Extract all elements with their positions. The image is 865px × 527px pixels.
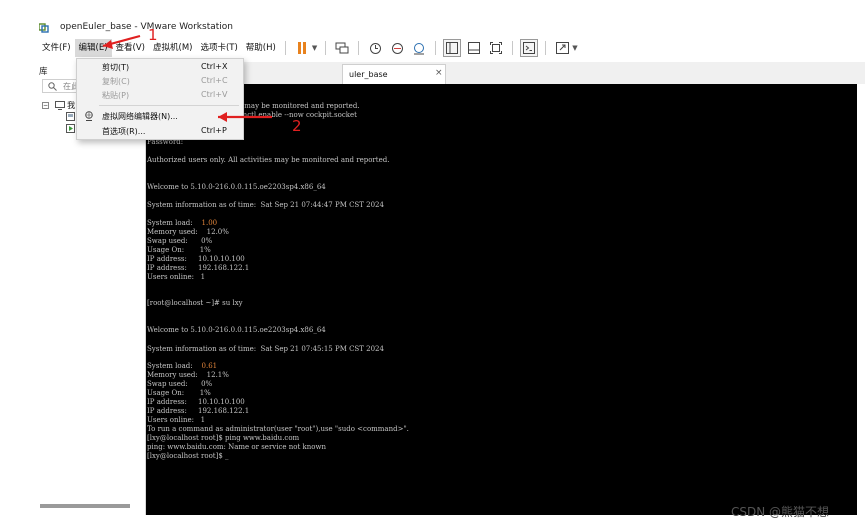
snapshot-icon[interactable] bbox=[366, 39, 384, 57]
terminal-line: Welcome to 5.10.0-216.0.0.115.oe2203sp4.… bbox=[147, 326, 326, 334]
terminal-line: Memory used: 12.0% bbox=[147, 228, 229, 236]
menu-item-label: 复制(C) bbox=[102, 77, 130, 86]
menu-item-label: 剪切(T) bbox=[102, 63, 130, 72]
menu-item-paste[interactable]: 粘贴(P) Ctrl+V bbox=[77, 88, 243, 102]
menu-bar: 文件(F) 编辑(E) 查看(V) 虚拟机(M) 选项卡(T) 帮助(H) ▼ bbox=[38, 38, 865, 58]
terminal-line: Swap used: 0% bbox=[147, 237, 213, 245]
terminal-line: IP address: 192.168.122.1 bbox=[147, 264, 250, 272]
title-bar: openEuler_base - VMware Workstation bbox=[0, 0, 865, 38]
toolbar-separator bbox=[358, 41, 360, 55]
terminal-line: Swap used: 0% bbox=[147, 380, 213, 388]
toolbar-separator bbox=[325, 41, 327, 55]
thumbnail-view-icon[interactable] bbox=[465, 39, 483, 57]
terminal-line: [root@localhost ~]# su lxy bbox=[147, 299, 243, 307]
menu-item-shortcut: Ctrl+V bbox=[201, 90, 228, 99]
menu-item-cut[interactable]: 剪切(T) Ctrl+X bbox=[77, 60, 243, 74]
toolbar-separator bbox=[284, 41, 286, 55]
menu-tabs[interactable]: 选项卡(T) bbox=[196, 39, 241, 57]
terminal-line: [lxy@localhost root]$ ping www.baidu.com bbox=[147, 434, 300, 442]
menu-help[interactable]: 帮助(H) bbox=[242, 39, 280, 57]
terminal-line: To run a command as administrator(user "… bbox=[147, 425, 409, 433]
network-editor-icon bbox=[85, 111, 93, 121]
library-view-icon[interactable] bbox=[443, 39, 462, 57]
menu-item-shortcut: Ctrl+P bbox=[201, 126, 227, 135]
full-screen-icon[interactable] bbox=[553, 39, 571, 57]
terminal-line: System information as of time: Sat Sep 2… bbox=[147, 201, 384, 209]
collapse-icon[interactable]: − bbox=[42, 102, 49, 109]
terminal-line: IP address: 10.10.10.100 bbox=[147, 255, 245, 263]
fit-guest-icon[interactable] bbox=[487, 39, 505, 57]
system-load-value: 1.00 bbox=[201, 219, 218, 227]
annotation-step-2: 2 bbox=[292, 117, 302, 135]
menu-edit[interactable]: 编辑(E) bbox=[74, 39, 112, 57]
send-ctrl-alt-del-icon[interactable] bbox=[333, 39, 351, 57]
terminal-line: IP address: 192.168.122.1 bbox=[147, 407, 250, 415]
pause-icon[interactable] bbox=[293, 39, 311, 57]
terminal-line: IP address: 10.10.10.100 bbox=[147, 398, 245, 406]
tree-item-my-computer[interactable]: − 我 bbox=[42, 100, 75, 111]
vmware-icon bbox=[39, 23, 49, 33]
library-title: 库 bbox=[39, 67, 48, 77]
vm-running-icon[interactable] bbox=[66, 124, 75, 133]
menu-file[interactable]: 文件(F) bbox=[38, 39, 75, 57]
edit-menu-dropdown: 剪切(T) Ctrl+X 复制(C) Ctrl+C 粘贴(P) Ctrl+V 虚… bbox=[76, 58, 244, 140]
terminal-line: Usage On: 1% bbox=[147, 389, 211, 397]
terminal-line: System load: 0.61 bbox=[147, 362, 217, 370]
tab-strip: uler_base × bbox=[146, 62, 865, 84]
terminal-line: System information as of time: Sat Sep 2… bbox=[147, 345, 384, 353]
chevron-down-icon[interactable]: ▼ bbox=[312, 44, 317, 52]
menu-item-copy[interactable]: 复制(C) Ctrl+C bbox=[77, 74, 243, 88]
menu-separator bbox=[99, 105, 239, 106]
terminal-line: System load: 1.00 bbox=[147, 219, 217, 227]
annotation-step-1: 1 bbox=[148, 26, 158, 44]
terminal-line: Usage On: 1% bbox=[147, 246, 211, 254]
terminal-line: Memory used: 12.1% bbox=[147, 371, 229, 379]
vm-icon[interactable] bbox=[66, 112, 75, 121]
terminal-line: Users online: 1 bbox=[147, 416, 206, 424]
vm-console[interactable]: All activities may be monitored and repo… bbox=[146, 84, 857, 515]
search-icon bbox=[48, 82, 57, 91]
terminal-text: System load: bbox=[147, 362, 202, 370]
menu-item-preferences[interactable]: 首选项(R)... Ctrl+P bbox=[77, 124, 243, 138]
watermark: CSDN @熊猫不想 bbox=[731, 505, 830, 519]
menu-view[interactable]: 查看(V) bbox=[112, 39, 149, 57]
menu-item-label: 首选项(R)... bbox=[102, 127, 146, 136]
menu-item-shortcut: Ctrl+X bbox=[201, 62, 228, 71]
menu-item-virtual-network-editor[interactable]: 虚拟网络编辑器(N)... bbox=[77, 109, 243, 123]
tab-openeuler-base[interactable]: uler_base × bbox=[342, 64, 446, 84]
terminal-line: [lxy@localhost root]$ _ bbox=[147, 452, 229, 460]
tree-item-label: 我 bbox=[67, 101, 76, 110]
revert-snapshot-icon[interactable] bbox=[388, 39, 406, 57]
toolbar-separator bbox=[512, 41, 514, 55]
terminal-line: Welcome to 5.10.0-216.0.0.115.oe2203sp4.… bbox=[147, 183, 326, 191]
close-icon[interactable]: × bbox=[435, 68, 443, 78]
system-load-value: 0.61 bbox=[201, 362, 218, 370]
toolbar-separator bbox=[545, 41, 547, 55]
terminal-line: ping: www.baidu.com: Name or service not… bbox=[147, 443, 327, 451]
manage-snapshots-icon[interactable] bbox=[410, 39, 428, 57]
computer-icon bbox=[54, 101, 65, 110]
console-view-icon[interactable] bbox=[520, 39, 539, 57]
window-title: openEuler_base - VMware Workstation bbox=[60, 22, 233, 32]
menu-item-shortcut: Ctrl+C bbox=[201, 76, 228, 85]
toolbar-separator bbox=[435, 41, 437, 55]
menu-item-label: 虚拟网络编辑器(N)... bbox=[102, 112, 178, 121]
chevron-down-icon[interactable]: ▼ bbox=[572, 44, 577, 52]
menu-item-label: 粘贴(P) bbox=[102, 91, 130, 100]
terminal-text: System load: bbox=[147, 219, 202, 227]
vmware-window: openEuler_base - VMware Workstation 文件(F… bbox=[0, 0, 865, 527]
sidebar-scrollbar[interactable] bbox=[40, 504, 130, 508]
terminal-line: Users online: 1 bbox=[147, 273, 206, 281]
tab-label: uler_base bbox=[349, 70, 388, 79]
terminal-line: Authorized users only. All activities ma… bbox=[147, 156, 390, 164]
